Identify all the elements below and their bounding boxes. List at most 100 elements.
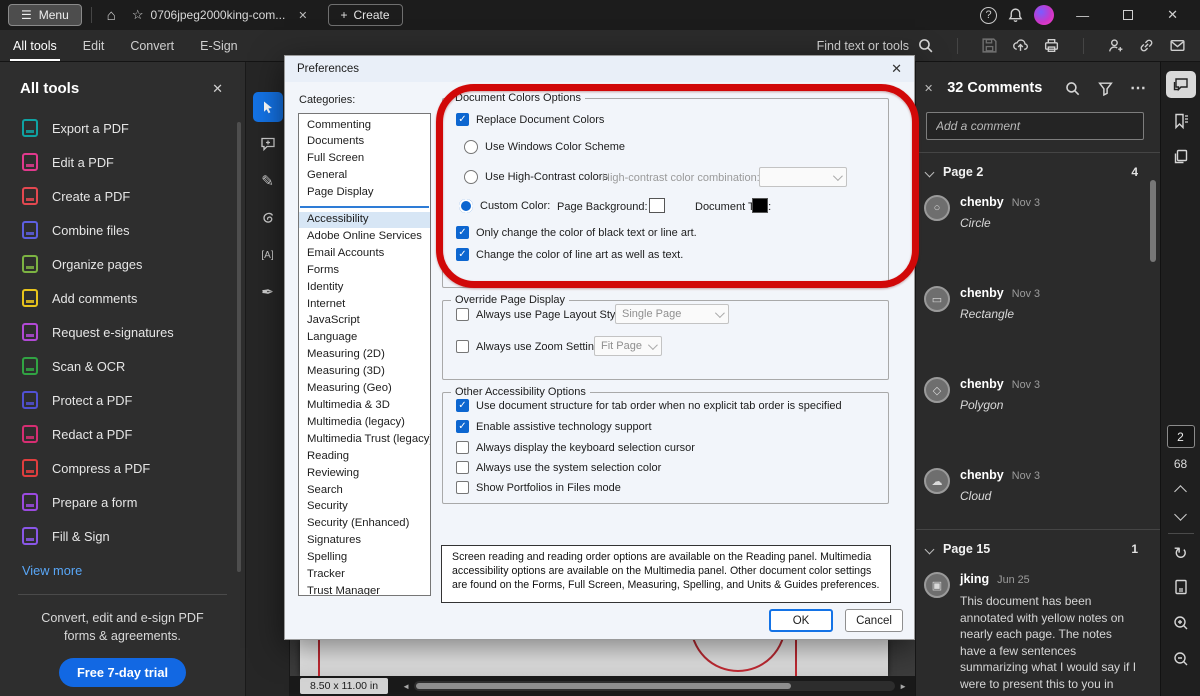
comments-tool-button[interactable] [1166, 71, 1196, 98]
notifications-bell-icon[interactable] [1007, 7, 1024, 24]
add-comment-input[interactable] [926, 112, 1144, 140]
category-item[interactable]: Trust Manager [299, 583, 430, 596]
show-portfolios-checkbox[interactable]: Show Portfolios in Files mode [456, 481, 621, 494]
category-item[interactable]: Adobe Online Services [299, 228, 430, 245]
bookmarks-tool-button[interactable] [1166, 107, 1196, 134]
custom-color-radio[interactable]: Custom Color: [459, 199, 550, 213]
page-layout-dropdown[interactable]: Single Page [615, 304, 729, 324]
more-options-icon[interactable]: ⋯ [1130, 78, 1148, 98]
tool-prepare-form[interactable]: Prepare a form [0, 485, 245, 519]
category-item[interactable]: Internet [299, 296, 430, 313]
tool-create-pdf[interactable]: Create a PDF [0, 179, 245, 213]
page-display-options-button[interactable] [1166, 573, 1196, 600]
previous-page-icon[interactable] [1174, 485, 1187, 498]
home-icon[interactable]: ⌂ [101, 7, 122, 24]
categories-listbox[interactable]: Commenting Documents Full Screen General… [298, 113, 431, 596]
category-item[interactable]: Search [299, 482, 430, 499]
comment-item[interactable]: ▭ chenbyNov 3 Rectangle [916, 274, 1160, 321]
draw-tool-button[interactable] [253, 203, 283, 233]
category-item[interactable]: Multimedia & 3D [299, 398, 430, 415]
category-item[interactable]: Commenting [299, 117, 430, 134]
comment-item[interactable]: ○ chenbyNov 3 Circle [916, 183, 1160, 230]
keyboard-cursor-checkbox[interactable]: Always display the keyboard selection cu… [456, 441, 695, 454]
category-item[interactable]: Documents [299, 134, 430, 151]
tool-add-comments[interactable]: Add comments [0, 281, 245, 315]
panel-scrollbar[interactable] [237, 122, 241, 572]
category-item[interactable]: Full Screen [299, 151, 430, 168]
create-tab-button[interactable]: + Create [328, 4, 403, 26]
page-background-swatch[interactable] [649, 198, 665, 213]
cloud-upload-icon[interactable] [1012, 37, 1029, 54]
rotate-page-icon[interactable]: ↻ [1173, 544, 1187, 564]
dialog-titlebar[interactable]: Preferences ✕ [285, 56, 914, 82]
close-panel-icon[interactable]: ✕ [212, 81, 223, 97]
horizontal-scrollbar[interactable]: ◄ ► [402, 681, 907, 691]
change-lineart-checkbox[interactable]: ✓ Change the color of line art as well a… [456, 248, 683, 261]
zoom-setting-dropdown[interactable]: Fit Page [594, 336, 662, 356]
page-group-header[interactable]: Page 15 1 [916, 530, 1160, 560]
comment-item[interactable]: ◇ chenbyNov 3 Polygon [916, 365, 1160, 412]
tool-export-pdf[interactable]: Export a PDF [0, 111, 245, 145]
collapse-chevron-icon[interactable] [925, 544, 935, 554]
tool-compress-pdf[interactable]: Compress a PDF [0, 451, 245, 485]
hc-combo-dropdown[interactable] [759, 167, 847, 187]
ok-button[interactable]: OK [769, 609, 833, 632]
filter-comments-icon[interactable] [1097, 80, 1114, 97]
tool-edit-pdf[interactable]: Edit a PDF [0, 145, 245, 179]
assistive-technology-checkbox[interactable]: ✓ Enable assistive technology support [456, 420, 652, 433]
close-comments-icon[interactable]: ✕ [924, 82, 933, 95]
collapse-chevron-icon[interactable] [925, 167, 935, 177]
category-item[interactable]: Forms [299, 262, 430, 279]
category-item[interactable]: JavaScript [299, 313, 430, 330]
tab-all-tools[interactable]: All tools [0, 32, 70, 60]
add-comment-tool-button[interactable] [253, 129, 283, 159]
tool-protect-pdf[interactable]: Protect a PDF [0, 383, 245, 417]
email-icon[interactable] [1169, 37, 1186, 54]
tab-order-checkbox[interactable]: ✓ Use document structure for tab order w… [456, 399, 842, 412]
category-item-accessibility[interactable]: Accessibility [299, 212, 430, 229]
pdf-page[interactable] [300, 640, 888, 676]
scroll-left-icon[interactable]: ◄ [402, 682, 410, 691]
add-user-icon[interactable] [1107, 37, 1124, 54]
help-icon[interactable]: ? [980, 7, 997, 24]
next-page-icon[interactable] [1174, 508, 1187, 521]
tool-request-esignatures[interactable]: Request e-signatures [0, 315, 245, 349]
page-group-header[interactable]: Page 2 4 [916, 153, 1160, 183]
current-page-indicator[interactable]: 2 [1167, 425, 1195, 448]
search-comments-icon[interactable] [1064, 80, 1081, 97]
zoom-in-button[interactable] [1166, 609, 1196, 636]
maximize-button[interactable] [1111, 8, 1145, 23]
document-tab[interactable]: ☆ 0706jpeg2000king-com... ✕ [122, 0, 318, 30]
view-more-link[interactable]: View more [0, 553, 245, 578]
free-trial-button[interactable]: Free 7-day trial [59, 658, 186, 687]
category-item[interactable]: Reading [299, 448, 430, 465]
category-item[interactable]: General [299, 168, 430, 185]
user-avatar[interactable] [1034, 5, 1054, 25]
category-item[interactable]: Identity [299, 279, 430, 296]
dialog-close-icon[interactable]: ✕ [891, 61, 902, 77]
close-window-button[interactable]: ✕ [1155, 7, 1190, 23]
scroll-right-icon[interactable]: ► [899, 682, 907, 691]
page-thumbnails-tool-button[interactable] [1166, 143, 1196, 170]
windows-color-scheme-radio[interactable]: Use Windows Color Scheme [464, 140, 625, 154]
scroll-thumb[interactable] [416, 683, 791, 689]
zoom-out-button[interactable] [1166, 645, 1196, 672]
select-text-tool-button[interactable]: [A] [253, 240, 283, 270]
tool-redact-pdf[interactable]: Redact a PDF [0, 417, 245, 451]
category-item[interactable]: Measuring (Geo) [299, 381, 430, 398]
category-item[interactable]: Spelling [299, 550, 430, 567]
category-item[interactable]: Measuring (2D) [299, 347, 430, 364]
tool-scan-ocr[interactable]: Scan & OCR [0, 349, 245, 383]
high-contrast-radio[interactable]: Use High-Contrast colors [464, 170, 608, 184]
tab-convert[interactable]: Convert [117, 32, 187, 60]
select-tool-button[interactable] [253, 92, 283, 122]
menu-button[interactable]: ☰ Menu [8, 4, 82, 26]
tool-fill-sign[interactable]: Fill & Sign [0, 519, 245, 553]
only-black-text-checkbox[interactable]: ✓ Only change the color of black text or… [456, 226, 697, 239]
star-icon[interactable]: ☆ [132, 7, 144, 23]
cancel-button[interactable]: Cancel [845, 609, 903, 632]
category-item[interactable]: Tracker [299, 567, 430, 584]
zoom-setting-checkbox[interactable]: Always use Zoom Setting [456, 340, 600, 353]
tab-close-icon[interactable]: ✕ [298, 9, 307, 22]
print-icon[interactable] [1043, 37, 1060, 54]
